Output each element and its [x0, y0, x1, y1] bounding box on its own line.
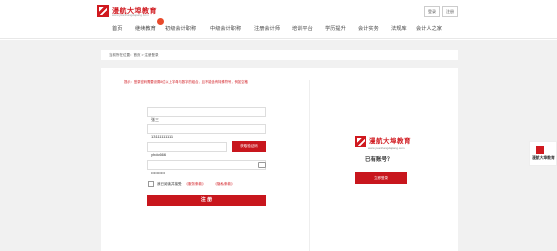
verification-code-input[interactable] — [148, 150, 226, 159]
password-tip: 提示：登录密码需要设置8位以上字母与数字的组合，且不能含有特殊符号，例如空格 — [124, 80, 248, 84]
agreement-row: 我已阅读并接受 《服务条款》 《隐私条款》 — [148, 181, 235, 187]
login-now-button[interactable]: 立即登录 — [355, 172, 407, 184]
get-code-button[interactable]: 获取验证码 — [232, 141, 266, 152]
register-link[interactable]: 注册 — [442, 6, 458, 17]
floating-widget[interactable]: 漫航大埠教育 — [529, 141, 557, 166]
breadcrumb-bar: 当前所在位置：首页 > 注册登录 — [101, 50, 458, 60]
password-field[interactable] — [147, 160, 266, 177]
register-button[interactable]: 注 册 — [147, 195, 266, 206]
phone-field[interactable] — [147, 124, 266, 141]
name-field[interactable] — [147, 107, 266, 124]
nav-item-training-platform[interactable]: 培训平台 — [292, 24, 313, 34]
brand-logo-url: www.yuanhangdajiang.com — [112, 13, 149, 17]
password-input[interactable] — [148, 168, 265, 177]
nav-item-home[interactable]: 首页 — [112, 24, 122, 34]
nav-divider — [0, 38, 557, 39]
login-link[interactable]: 登录 — [424, 6, 440, 17]
nav-item-accounting-practice[interactable]: 会计实务 — [358, 24, 379, 34]
phone-input[interactable] — [148, 132, 265, 141]
brand-logo-icon — [97, 5, 109, 17]
nav-item-junior-accounting[interactable]: 初级会计职称 — [165, 24, 196, 34]
side-logo-text: 漫航大埠教育 — [369, 138, 411, 145]
agree-checkbox[interactable] — [148, 181, 154, 187]
verification-code-field[interactable] — [147, 142, 227, 159]
side-logo-icon — [355, 136, 366, 147]
card-divider — [309, 80, 310, 251]
nav-item-intermediate-accounting[interactable]: 中级会计职称 — [210, 24, 241, 34]
nav-item-cpa[interactable]: 注册会计师 — [254, 24, 280, 34]
main-nav: 首页 继续教育 初级会计职称 中级会计职称 注册会计师 培训平台 学历提升 会计… — [0, 24, 557, 34]
nav-item-accountant-home[interactable]: 会计人之家 — [416, 24, 442, 34]
have-account-text: 已有账号？ — [365, 157, 393, 163]
service-terms-link[interactable]: 《服务条款》 — [185, 182, 206, 187]
nav-item-regulations[interactable]: 法规库 — [391, 24, 407, 34]
privacy-terms-link[interactable]: 《隐私条款》 — [214, 182, 235, 187]
breadcrumb: 当前所在位置：首页 > 注册登录 — [109, 53, 159, 57]
floating-logo-icon — [536, 146, 544, 154]
agree-text: 我已阅读并接受 — [157, 181, 182, 186]
side-logo-url: www.yuanhangdajiang.com — [368, 146, 405, 150]
nav-item-continuing-education[interactable]: 继续教育 — [135, 24, 156, 34]
floating-logo-text: 漫航大埠教育 — [532, 156, 555, 160]
name-input[interactable] — [148, 116, 265, 124]
top-header — [0, 0, 557, 40]
nav-item-education-upgrade[interactable]: 学历提升 — [325, 24, 346, 34]
show-password-icon[interactable] — [258, 162, 266, 168]
